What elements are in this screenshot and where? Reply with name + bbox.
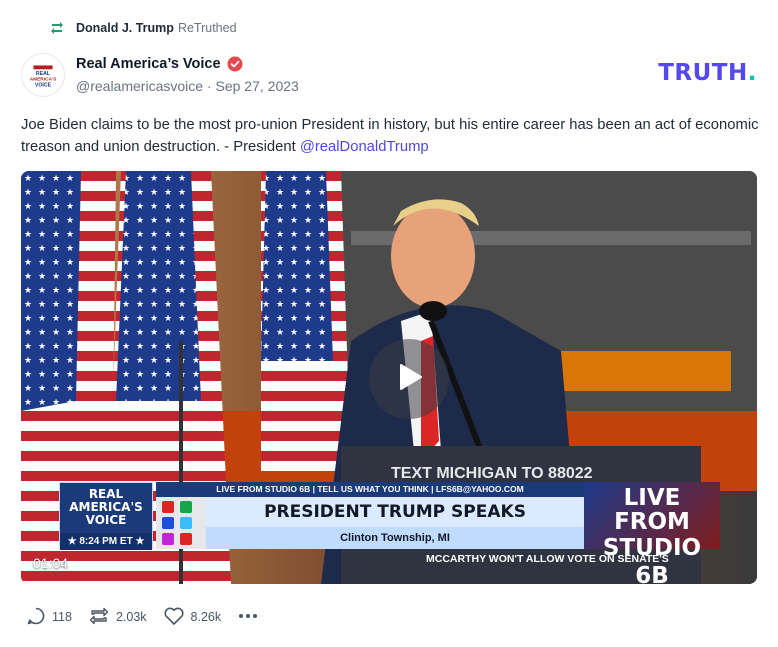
- more-icon: [237, 606, 265, 629]
- post-date[interactable]: Sep 27, 2023: [216, 78, 299, 94]
- news-ticker: MCCARTHY WON'T ALLOW VOTE ON SENATE'S: [426, 553, 669, 565]
- play-icon: [392, 360, 426, 399]
- retruth-user-link[interactable]: Donald J. Trump: [76, 21, 174, 35]
- account-handle[interactable]: @realamericasvoice: [76, 78, 203, 94]
- play-button[interactable]: [369, 339, 449, 419]
- network-logo: REAL AMERICA'S VOICE ★ 8:24 PM ET ★: [59, 482, 153, 550]
- retruth-action-icon: [88, 606, 116, 629]
- more-button[interactable]: [237, 606, 265, 629]
- truth-logo[interactable]: TRUTH.: [658, 60, 757, 86]
- post-header: REAL AMERICA'S VOICE Real America’s Voic…: [21, 52, 757, 98]
- like-count: 8.26k: [190, 610, 222, 624]
- retruth-count: 2.03k: [115, 610, 147, 624]
- retruth-bar: Donald J. Trump ReTruthed: [48, 18, 237, 38]
- avatar-text-3: VOICE: [35, 82, 52, 88]
- heart-icon: [163, 606, 191, 629]
- retruth-icon: [48, 19, 66, 37]
- headline: PRESIDENT TRUMP SPEAKS: [206, 497, 584, 527]
- avatar[interactable]: REAL AMERICA'S VOICE: [21, 53, 65, 97]
- post-text: Joe Biden claims to be the most pro-unio…: [21, 114, 761, 158]
- account-meta: @realamericasvoice · Sep 27, 2023: [76, 78, 299, 94]
- reply-count: 118: [52, 610, 72, 624]
- social-icons: [156, 497, 206, 549]
- truth-logo-text: TRUTH: [658, 60, 748, 86]
- network-logo-line1: REAL: [88, 487, 124, 501]
- retruth-button[interactable]: 2.03k: [88, 606, 147, 629]
- verified-badge-icon: [227, 56, 243, 72]
- network-logo-line2: AMERICA'S: [69, 500, 143, 514]
- mention-link[interactable]: @realDonaldTrump: [300, 139, 429, 155]
- broadcast-time: ★ 8:24 PM ET ★: [60, 533, 152, 550]
- video-duration: 01:04: [33, 555, 69, 571]
- reply-button[interactable]: 118: [26, 606, 72, 629]
- live-line1: LIVE FROM: [614, 485, 690, 535]
- location: Clinton Township, MI: [206, 527, 584, 549]
- retruth-label: ReTruthed: [177, 21, 237, 35]
- avatar-text-1: REAL: [36, 71, 51, 77]
- meta-separator: ·: [203, 78, 216, 94]
- network-logo-line3: VOICE: [85, 513, 127, 527]
- action-bar: 118 2.03k 8.26k: [26, 605, 281, 629]
- account-info: Real America’s Voice @realamericasvoice …: [76, 56, 299, 94]
- podium-sign: TEXT MICHIGAN TO 88022: [391, 465, 593, 482]
- reply-icon: [26, 606, 52, 629]
- like-button[interactable]: 8.26k: [163, 606, 222, 629]
- truth-logo-dot: .: [747, 60, 757, 86]
- live-studio-badge: LIVE FROM STUDIO 6B: [584, 482, 720, 584]
- account-name[interactable]: Real America’s Voice: [76, 56, 221, 72]
- lower-third-strip: LIVE FROM STUDIO 6B | TELL US WHAT YOU T…: [156, 482, 584, 497]
- video-player[interactable]: ★ TEXT MI: [21, 171, 757, 584]
